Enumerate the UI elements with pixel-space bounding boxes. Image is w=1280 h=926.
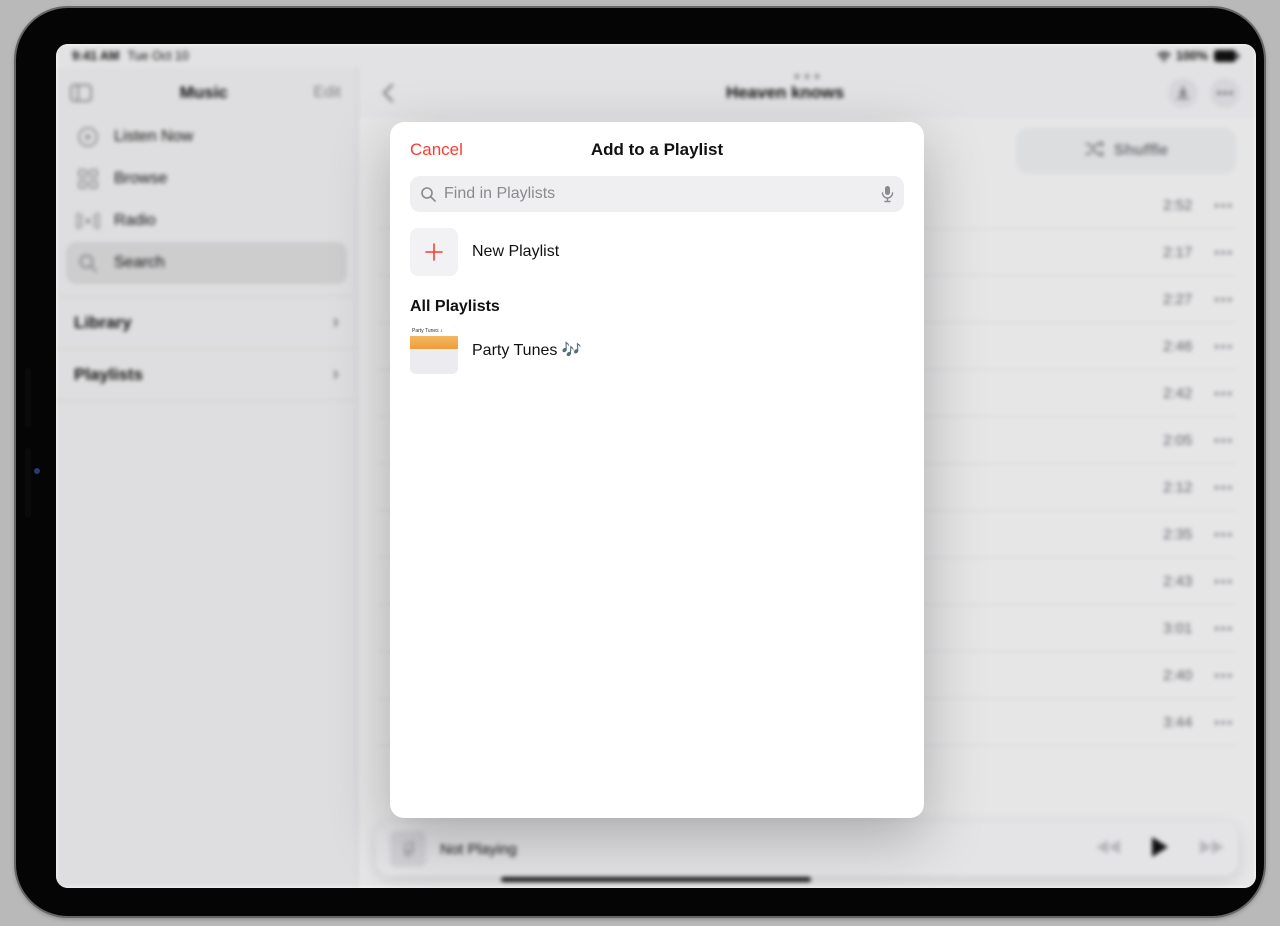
status-time: 9:41 AM (72, 49, 119, 63)
sidebar-item-browse[interactable]: Browse (66, 158, 347, 200)
now-playing-artwork (390, 831, 426, 867)
track-duration: 2:40 (1154, 667, 1192, 684)
new-playlist-label: New Playlist (472, 243, 559, 261)
sidebar-item-listen-now[interactable]: Listen Now (66, 116, 347, 158)
page-title: Heaven knows (414, 83, 1156, 103)
playlist-item-party-tunes[interactable]: Party Tunes 🎶 (410, 326, 904, 374)
plus-icon (410, 228, 458, 276)
track-more-button[interactable]: ••• (1212, 382, 1236, 405)
sidebar-item-search[interactable]: Search (66, 242, 347, 284)
track-more-button[interactable]: ••• (1212, 288, 1236, 311)
search-input[interactable] (444, 185, 873, 203)
search-icon (420, 186, 436, 202)
battery-icon (1214, 50, 1240, 62)
ipad-bezel: 9:41 AM Tue Oct 10 100% (16, 8, 1264, 916)
track-duration: 2:17 (1154, 244, 1192, 261)
new-playlist-button[interactable]: New Playlist (410, 228, 904, 276)
search-bar[interactable] (410, 176, 904, 212)
track-duration: 2:46 (1154, 338, 1192, 355)
now-playing-bar[interactable]: Not Playing (376, 822, 1238, 876)
wifi-icon (1156, 50, 1172, 62)
track-duration: 2:27 (1154, 291, 1192, 308)
search-icon (76, 251, 100, 275)
modal-title: Add to a Playlist (591, 140, 723, 160)
sidebar-item-label: Radio (114, 212, 156, 230)
track-more-button[interactable]: ••• (1212, 664, 1236, 687)
dictation-icon[interactable] (881, 185, 894, 203)
sidebar-item-label: Browse (114, 170, 167, 188)
chevron-right-icon: › (332, 363, 339, 386)
track-duration: 3:44 (1154, 714, 1192, 731)
track-duration: 3:01 (1154, 620, 1192, 637)
add-to-playlist-modal: Cancel Add to a Playlist Ne (390, 122, 924, 818)
track-duration: 2:12 (1154, 479, 1192, 496)
status-date: Tue Oct 10 (127, 49, 188, 63)
previous-track-icon[interactable] (1096, 838, 1122, 861)
library-label: Library (74, 313, 132, 333)
play-icon[interactable] (1150, 836, 1170, 863)
track-duration: 2:05 (1154, 432, 1192, 449)
sidebar-item-label: Search (114, 254, 165, 272)
track-more-button[interactable]: ••• (1212, 241, 1236, 264)
back-button[interactable] (374, 79, 402, 107)
track-more-button[interactable]: ••• (1212, 523, 1236, 546)
battery-percent: 100% (1176, 49, 1208, 63)
sidebar-section-playlists[interactable]: Playlists › (56, 349, 357, 401)
next-track-icon[interactable] (1198, 838, 1224, 861)
track-more-button[interactable]: ••• (1212, 570, 1236, 593)
cancel-button[interactable]: Cancel (410, 140, 463, 160)
track-duration: 2:42 (1154, 385, 1192, 402)
grid-icon (76, 167, 100, 191)
track-duration: 2:52 (1154, 197, 1192, 214)
multitask-grabber[interactable] (795, 74, 820, 79)
home-indicator[interactable] (501, 877, 811, 882)
status-bar: 9:41 AM Tue Oct 10 100% (56, 44, 1256, 68)
all-playlists-heading: All Playlists (410, 298, 904, 316)
edit-button[interactable]: Edit (313, 84, 341, 102)
download-button[interactable] (1168, 78, 1198, 108)
sidebar-title: Music (94, 83, 313, 103)
track-more-button[interactable]: ••• (1212, 335, 1236, 358)
playlist-name: Party Tunes 🎶 (472, 340, 582, 360)
track-more-button[interactable]: ••• (1212, 194, 1236, 217)
track-more-button[interactable]: ••• (1212, 711, 1236, 734)
track-more-button[interactable]: ••• (1212, 476, 1236, 499)
track-more-button[interactable]: ••• (1212, 617, 1236, 640)
sidebar-collapse-icon[interactable] (68, 82, 94, 104)
radio-icon (76, 209, 100, 233)
track-duration: 2:35 (1154, 526, 1192, 543)
sidebar: Music Edit Listen Now Browse (56, 68, 358, 888)
sidebar-item-radio[interactable]: Radio (66, 200, 347, 242)
chevron-right-icon: › (332, 311, 339, 334)
more-button[interactable] (1210, 78, 1240, 108)
now-playing-label: Not Playing (440, 841, 1082, 858)
shuffle-button[interactable]: Shuffle (1016, 128, 1236, 174)
sidebar-item-label: Listen Now (114, 128, 193, 146)
shuffle-label: Shuffle (1114, 142, 1168, 160)
sidebar-section-library[interactable]: Library › (56, 297, 357, 349)
track-more-button[interactable]: ••• (1212, 429, 1236, 452)
playlists-label: Playlists (74, 365, 143, 385)
playlist-artwork (410, 326, 458, 374)
shuffle-icon (1084, 141, 1104, 162)
play-circle-icon (76, 125, 100, 149)
track-duration: 2:43 (1154, 573, 1192, 590)
